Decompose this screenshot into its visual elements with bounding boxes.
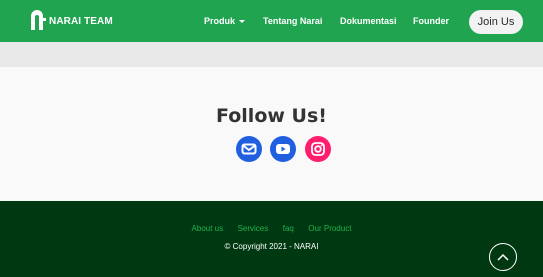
- nav-produk-label: Produk: [204, 16, 236, 26]
- caret-down-icon: [239, 20, 246, 24]
- navbar: NARAI TEAM Produk Tentang Narai Dokument…: [0, 0, 543, 42]
- join-us-button[interactable]: Join Us: [469, 10, 523, 34]
- scroll-to-top-button[interactable]: [489, 243, 517, 271]
- follow-section: Follow Us!: [0, 67, 543, 201]
- mail-icon[interactable]: [236, 136, 262, 162]
- nav-produk[interactable]: Produk: [204, 16, 246, 26]
- follow-title: Follow Us!: [216, 105, 327, 127]
- chevron-up-icon: [497, 253, 509, 261]
- nav-links: Produk Tentang Narai Dokumentasi Founder: [0, 0, 543, 42]
- footer-link-faq[interactable]: faq: [283, 224, 294, 233]
- instagram-icon[interactable]: [305, 136, 331, 162]
- copyright: © Copyright 2021 - NARAI: [224, 242, 319, 251]
- nav-tentang-narai[interactable]: Tentang Narai: [263, 16, 322, 26]
- nav-dokumentasi[interactable]: Dokumentasi: [340, 16, 397, 26]
- grey-strip: [0, 42, 543, 67]
- footer-link-about[interactable]: About us: [192, 224, 224, 233]
- footer-link-services[interactable]: Services: [238, 224, 269, 233]
- footer: About us Services faq Our Product © Copy…: [0, 201, 543, 277]
- nav-founder[interactable]: Founder: [413, 16, 449, 26]
- footer-links: About us Services faq Our Product: [0, 218, 543, 236]
- footer-link-our-product[interactable]: Our Product: [308, 224, 351, 233]
- youtube-icon[interactable]: [270, 136, 296, 162]
